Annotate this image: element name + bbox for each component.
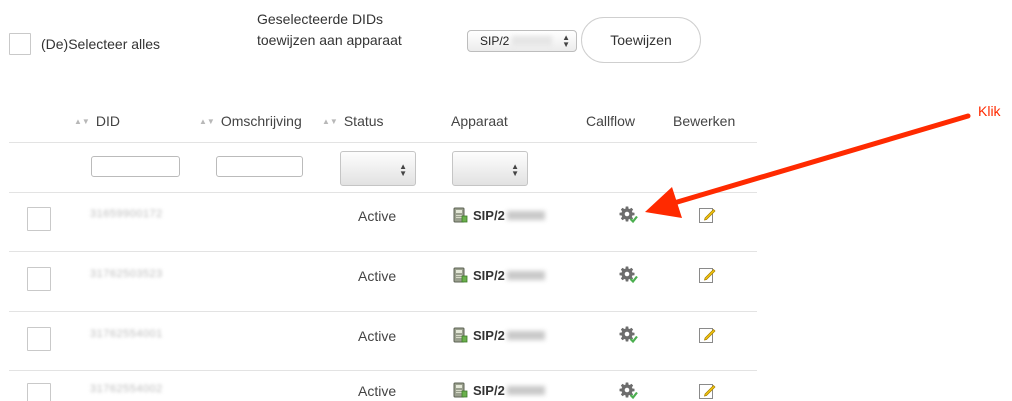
device-icon — [453, 382, 468, 398]
device-value: SIP/2 — [473, 382, 505, 398]
annotation-label: Klik — [978, 103, 1001, 119]
did-filter-input[interactable] — [91, 156, 180, 177]
edit-icon[interactable] — [697, 381, 717, 401]
redacted-text — [512, 36, 553, 46]
status-filter-select[interactable]: ▲ ▼ — [340, 151, 416, 186]
assign-label-line2: toewijzen aan apparaat — [257, 32, 402, 48]
redacted-text — [506, 270, 545, 280]
assign-button[interactable]: Toewijzen — [581, 17, 701, 63]
divider — [9, 142, 757, 143]
row-checkbox[interactable] — [27, 207, 51, 231]
column-header-description[interactable]: ▲▼ Omschrijving — [199, 113, 302, 129]
column-header-callflow: Callflow — [586, 113, 636, 129]
gear-icon[interactable] — [618, 205, 638, 225]
did-value: 31762503523 — [90, 268, 163, 280]
arrow-shaft — [671, 113, 971, 206]
table-row: 31762503523 Active SIP/2 — [0, 252, 760, 312]
device-value: SIP/2 — [473, 327, 505, 343]
status-value: Active — [358, 328, 397, 344]
status-value: Active — [358, 383, 397, 399]
select-arrows-icon: ▲ ▼ — [399, 162, 407, 178]
device-select-value: SIP/2 — [480, 34, 510, 48]
select-all[interactable]: (De)Selecteer alles — [9, 33, 160, 55]
status-value: Active — [358, 208, 397, 224]
row-checkbox[interactable] — [27, 327, 51, 351]
gear-icon[interactable] — [618, 325, 638, 345]
redacted-text — [506, 385, 545, 395]
column-header-edit: Bewerken — [673, 113, 736, 129]
did-value: 31762554002 — [90, 383, 163, 395]
did-value: 31762554001 — [90, 328, 163, 340]
did-value: 31659900172 — [90, 208, 163, 220]
edit-icon[interactable] — [697, 205, 717, 225]
device-icon — [453, 267, 468, 283]
description-filter-input[interactable] — [216, 156, 303, 177]
sort-icon: ▲▼ — [322, 117, 338, 126]
table-row: 31762554002 Active SIP/2 — [0, 371, 760, 401]
device-icon — [453, 207, 468, 223]
row-checkbox[interactable] — [27, 383, 51, 401]
status-value: Active — [358, 268, 397, 284]
device-filter-select[interactable]: ▲ ▼ — [452, 151, 528, 186]
device-link[interactable]: SIP/2 — [452, 382, 545, 398]
column-header-status[interactable]: ▲▼ Status — [322, 113, 384, 129]
device-value: SIP/2 — [473, 267, 505, 283]
column-header-did[interactable]: ▲▼ DID — [74, 113, 120, 129]
gear-icon[interactable] — [618, 381, 638, 401]
select-arrows-icon: ▲ ▼ — [511, 162, 519, 178]
assign-label-line1: Geselecteerde DIDs — [257, 11, 384, 27]
select-arrows-icon: ▲ ▼ — [562, 33, 570, 49]
redacted-text — [506, 330, 545, 340]
assign-label: Geselecteerde DIDs toewijzen aan apparaa… — [257, 9, 402, 51]
edit-icon[interactable] — [697, 265, 717, 285]
select-all-checkbox[interactable] — [9, 33, 31, 55]
redacted-text — [506, 210, 545, 220]
select-all-label[interactable]: (De)Selecteer alles — [41, 36, 160, 52]
gear-icon[interactable] — [618, 265, 638, 285]
device-select[interactable]: SIP/2 ▲ ▼ — [467, 30, 577, 52]
table-row: 31762554001 Active SIP/2 — [0, 312, 760, 372]
sort-icon: ▲▼ — [74, 117, 90, 126]
edit-icon[interactable] — [697, 325, 717, 345]
device-icon — [453, 327, 468, 343]
sort-icon: ▲▼ — [199, 117, 215, 126]
table-row: 31659900172 Active SIP/2 — [0, 192, 760, 252]
device-link[interactable]: SIP/2 — [452, 327, 545, 343]
device-link[interactable]: SIP/2 — [452, 207, 545, 223]
device-link[interactable]: SIP/2 — [452, 267, 545, 283]
device-value: SIP/2 — [473, 207, 505, 223]
column-header-device: Apparaat — [451, 113, 508, 129]
row-checkbox[interactable] — [27, 267, 51, 291]
